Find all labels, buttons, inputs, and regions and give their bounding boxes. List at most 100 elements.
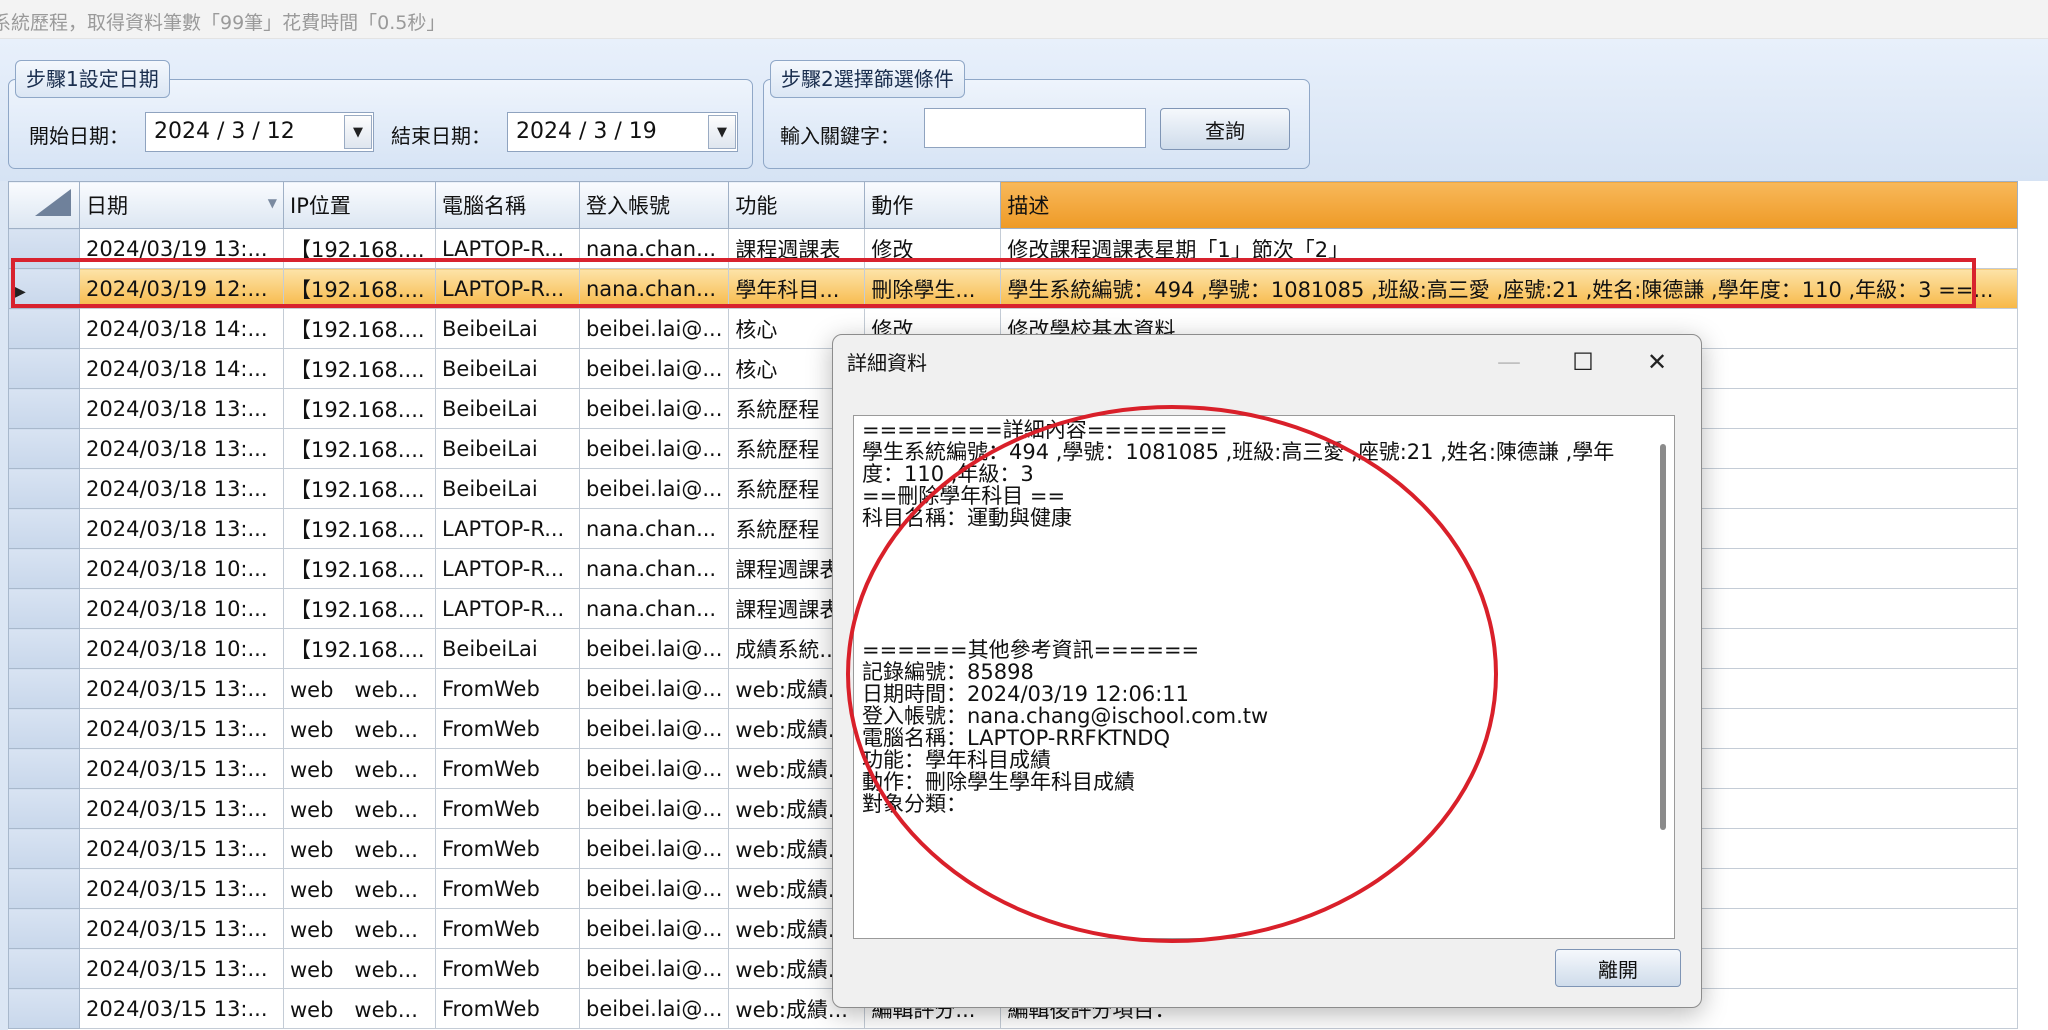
cell-ip[interactable]: web web... — [283, 788, 436, 829]
column-header-description[interactable]: 描述 — [1000, 181, 2019, 229]
cell-computer[interactable]: BeibeiLai — [435, 348, 580, 389]
cell-date[interactable]: 2024/03/18 10:... — [79, 548, 284, 589]
row-header[interactable] — [8, 428, 80, 469]
close-icon[interactable]: ✕ — [1621, 335, 1693, 389]
row-header[interactable] — [8, 308, 80, 349]
cell-account[interactable]: beibei.lai@... — [578, 628, 730, 669]
cell-account[interactable]: beibei.lai@... — [578, 828, 730, 869]
row-header[interactable] — [8, 668, 80, 709]
cell-ip[interactable]: 【192.168.... — [283, 628, 436, 669]
cell-ip[interactable]: web web... — [283, 948, 436, 989]
cell-date[interactable]: 2024/03/18 13:... — [79, 508, 284, 549]
cell-account[interactable]: nana.chan... — [578, 508, 730, 549]
cell-ip[interactable]: web web... — [283, 908, 436, 949]
vertical-scrollbar[interactable] — [1660, 444, 1666, 830]
row-header[interactable] — [8, 988, 80, 1029]
cell-ip[interactable]: 【192.168.... — [283, 388, 436, 429]
cell-account[interactable]: beibei.lai@... — [578, 428, 730, 469]
cell-date[interactable]: 2024/03/18 13:... — [79, 428, 284, 469]
row-header[interactable] — [8, 468, 80, 509]
cell-date[interactable]: 2024/03/15 13:... — [79, 748, 284, 789]
cell-account[interactable]: nana.chan... — [578, 548, 730, 589]
cell-action[interactable]: 刪除學生... — [864, 268, 1002, 309]
row-header[interactable]: ▶ — [8, 268, 80, 309]
cell-account[interactable]: nana.chan... — [578, 588, 730, 629]
cell-computer[interactable]: FromWeb — [435, 748, 580, 789]
cell-computer[interactable]: BeibeiLai — [435, 308, 580, 349]
end-date-picker[interactable]: 2024 / 3 / 19 ▼ — [507, 112, 738, 152]
cell-computer[interactable]: FromWeb — [435, 868, 580, 909]
cell-ip[interactable]: 【192.168.... — [283, 268, 436, 309]
cell-account[interactable]: beibei.lai@... — [578, 468, 730, 509]
cell-date[interactable]: 2024/03/18 13:... — [79, 388, 284, 429]
row-header[interactable] — [8, 868, 80, 909]
column-header-account[interactable]: 登入帳號 — [578, 181, 730, 229]
cell-ip[interactable]: 【192.168.... — [283, 228, 436, 269]
row-header[interactable] — [8, 828, 80, 869]
cell-date[interactable]: 2024/03/15 13:... — [79, 908, 284, 949]
cell-date[interactable]: 2024/03/18 10:... — [79, 588, 284, 629]
cell-date[interactable]: 2024/03/15 13:... — [79, 988, 284, 1029]
cell-ip[interactable]: web web... — [283, 868, 436, 909]
cell-account[interactable]: beibei.lai@... — [578, 988, 730, 1029]
cell-date[interactable]: 2024/03/18 10:... — [79, 628, 284, 669]
cell-date[interactable]: 2024/03/18 14:... — [79, 348, 284, 389]
cell-date[interactable]: 2024/03/18 13:... — [79, 468, 284, 509]
cell-account[interactable]: beibei.lai@... — [578, 908, 730, 949]
row-header[interactable] — [8, 228, 80, 269]
row-header[interactable] — [8, 588, 80, 629]
cell-date[interactable]: 2024/03/18 14:... — [79, 308, 284, 349]
cell-computer[interactable]: BeibeiLai — [435, 628, 580, 669]
cell-ip[interactable]: 【192.168.... — [283, 348, 436, 389]
cell-account[interactable]: nana.chan... — [578, 228, 730, 269]
cell-account[interactable]: beibei.lai@... — [578, 788, 730, 829]
select-all-corner[interactable] — [8, 181, 80, 229]
chevron-down-icon[interactable]: ▼ — [344, 115, 372, 149]
cell-ip[interactable]: 【192.168.... — [283, 588, 436, 629]
column-header-date[interactable]: 日期 ▼ — [79, 181, 284, 229]
cell-date[interactable]: 2024/03/15 13:... — [79, 948, 284, 989]
cell-description[interactable]: 學生系統編號：494 ,學號：1081085 ,班級:高三愛 ,座號:21 ,姓… — [1000, 268, 2019, 309]
cell-function[interactable]: 學年科目... — [728, 268, 866, 309]
cell-ip[interactable]: 【192.168.... — [283, 308, 436, 349]
cell-account[interactable]: beibei.lai@... — [578, 868, 730, 909]
cell-date[interactable]: 2024/03/15 13:... — [79, 668, 284, 709]
cell-ip[interactable]: 【192.168.... — [283, 428, 436, 469]
cell-account[interactable]: beibei.lai@... — [578, 348, 730, 389]
cell-computer[interactable]: FromWeb — [435, 788, 580, 829]
cell-ip[interactable]: web web... — [283, 668, 436, 709]
cell-computer[interactable]: LAPTOP-R... — [435, 268, 580, 309]
cell-account[interactable]: beibei.lai@... — [578, 308, 730, 349]
cell-ip[interactable]: web web... — [283, 828, 436, 869]
row-header[interactable] — [8, 708, 80, 749]
cell-computer[interactable]: FromWeb — [435, 988, 580, 1029]
row-header[interactable] — [8, 948, 80, 989]
table-row[interactable]: ▶ 2024/03/19 12:... 【192.168.... LAPTOP-R..… — [8, 268, 2019, 309]
row-header[interactable] — [8, 908, 80, 949]
row-header[interactable] — [8, 628, 80, 669]
cell-computer[interactable]: FromWeb — [435, 828, 580, 869]
row-header[interactable] — [8, 388, 80, 429]
cell-computer[interactable]: FromWeb — [435, 948, 580, 989]
cell-date[interactable]: 2024/03/15 13:... — [79, 708, 284, 749]
chevron-down-icon[interactable]: ▼ — [708, 115, 736, 149]
cell-description[interactable]: 修改課程週課表星期「1」節次「2」 — [1000, 228, 2019, 269]
cell-computer[interactable]: FromWeb — [435, 668, 580, 709]
start-date-picker[interactable]: 2024 / 3 / 12 ▼ — [145, 112, 374, 152]
cell-ip[interactable]: 【192.168.... — [283, 548, 436, 589]
row-header[interactable] — [8, 548, 80, 589]
cell-computer[interactable]: BeibeiLai — [435, 468, 580, 509]
keyword-input[interactable] — [924, 108, 1146, 148]
cell-computer[interactable]: LAPTOP-R... — [435, 548, 580, 589]
cell-computer[interactable]: LAPTOP-R... — [435, 228, 580, 269]
cell-account[interactable]: beibei.lai@... — [578, 948, 730, 989]
column-header-function[interactable]: 功能 — [728, 181, 866, 229]
minimize-icon[interactable]: — — [1473, 335, 1545, 389]
cell-ip[interactable]: web web... — [283, 748, 436, 789]
leave-button[interactable]: 離開 — [1555, 949, 1681, 987]
column-header-action[interactable]: 動作 — [864, 181, 1002, 229]
query-button[interactable]: 查詢 — [1160, 108, 1290, 150]
cell-computer[interactable]: FromWeb — [435, 708, 580, 749]
cell-account[interactable]: beibei.lai@... — [578, 748, 730, 789]
cell-account[interactable]: beibei.lai@... — [578, 708, 730, 749]
